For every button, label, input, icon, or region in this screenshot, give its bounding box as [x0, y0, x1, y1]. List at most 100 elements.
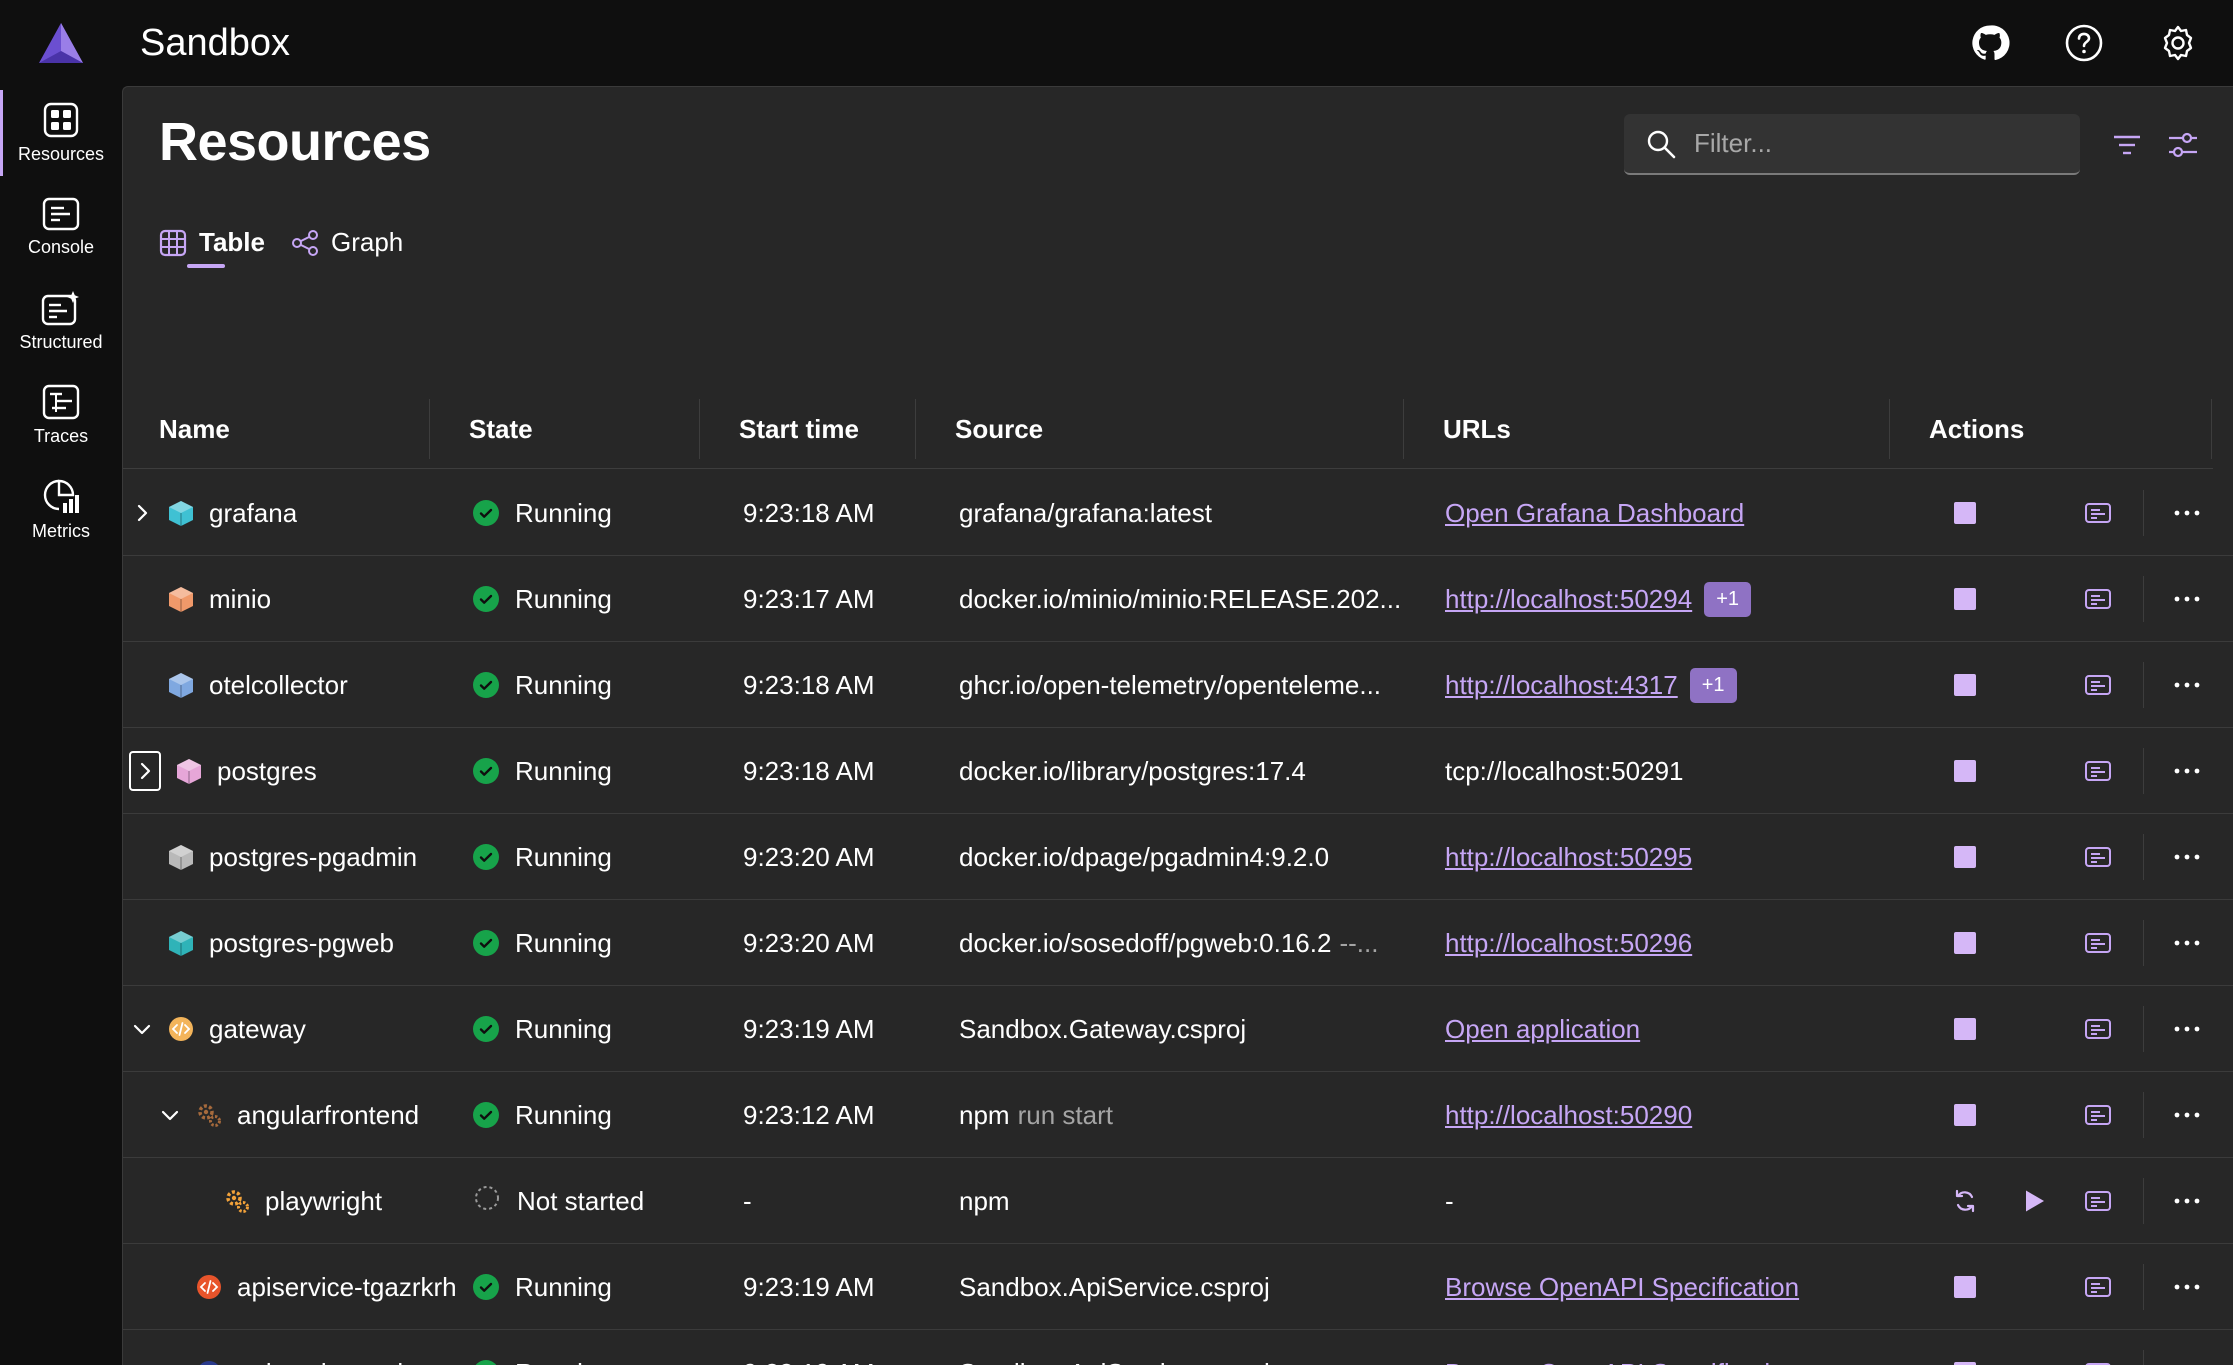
- url-link[interactable]: Open application: [1445, 1014, 1640, 1045]
- console-logs-icon[interactable]: [2078, 1330, 2118, 1365]
- url-link[interactable]: http://localhost:50296: [1445, 928, 1692, 959]
- expand-chevron-icon[interactable]: [129, 751, 161, 791]
- structured-logs-icon: [41, 290, 79, 325]
- source-cell: docker.io/sosedoff/pgweb:0.16.2 --...: [959, 900, 1378, 986]
- console-logs-icon[interactable]: [2078, 1158, 2118, 1244]
- source-cell: docker.io/dpage/pgadmin4:9.2.0: [959, 814, 1329, 900]
- url-cell: http://localhost:50295: [1445, 814, 1692, 900]
- console-logs-icon[interactable]: [2078, 470, 2118, 556]
- nav-item-console[interactable]: Console: [0, 180, 122, 274]
- table-row[interactable]: grafana Running 9:23:18 AM grafana/grafana:…: [123, 470, 2233, 556]
- resource-name: grafana: [209, 497, 298, 528]
- nav-rail: Resources Console Structured Traces Metr…: [0, 86, 122, 1365]
- stop-button[interactable]: [1945, 986, 1985, 1072]
- help-icon[interactable]: [2057, 16, 2111, 70]
- url-link[interactable]: http://localhost:50294: [1445, 584, 1692, 615]
- start-play-icon[interactable]: [2014, 1158, 2054, 1244]
- table-row[interactable]: apiservice-tgybetpt Running 9:23:19 AM Sand…: [123, 1330, 2233, 1365]
- column-header-start-time[interactable]: Start time: [739, 389, 859, 469]
- start-time: 9:23:17 AM: [743, 583, 875, 614]
- column-header-state[interactable]: State: [469, 389, 533, 469]
- console-logs-icon[interactable]: [2078, 1072, 2118, 1158]
- console-logs-icon[interactable]: [2078, 814, 2118, 900]
- tab-graph[interactable]: Graph: [291, 227, 403, 268]
- nav-label-metrics: Metrics: [32, 520, 90, 541]
- console-logs-icon[interactable]: [2078, 728, 2118, 814]
- table-row[interactable]: apiservice-tgazrkrh Running 9:23:19 AM Sand…: [123, 1244, 2233, 1330]
- table-row[interactable]: postgres Running 9:23:18 AM docker.io/libra…: [123, 728, 2233, 814]
- more-actions-icon[interactable]: [2167, 986, 2207, 1072]
- more-actions-icon[interactable]: [2167, 1330, 2207, 1365]
- url-link[interactable]: Open Grafana Dashboard: [1445, 498, 1744, 529]
- filter-box[interactable]: [1624, 114, 2080, 175]
- url-link[interactable]: http://localhost:50295: [1445, 842, 1692, 873]
- expand-chevron-icon[interactable]: [131, 502, 153, 524]
- url-cell: http://localhost:50294 +1: [1445, 556, 1751, 642]
- resource-name: postgres-pgadmin: [209, 841, 418, 872]
- nav-item-metrics[interactable]: Metrics: [0, 462, 122, 556]
- more-urls-badge[interactable]: +1: [1704, 581, 1751, 617]
- stop-button[interactable]: [1945, 470, 1985, 556]
- url-link[interactable]: http://localhost:4317: [1445, 670, 1678, 701]
- filter-input[interactable]: [1694, 128, 2054, 159]
- console-logs-icon[interactable]: [2078, 642, 2118, 728]
- url-link[interactable]: Browse OpenAPI Specification: [1445, 1272, 1799, 1303]
- url-link[interactable]: http://localhost:50290: [1445, 1100, 1692, 1131]
- nav-item-traces[interactable]: Traces: [0, 368, 122, 462]
- collapse-chevron-icon[interactable]: [131, 1018, 153, 1040]
- console-logs-icon[interactable]: [2078, 986, 2118, 1072]
- console-logs-icon[interactable]: [2078, 556, 2118, 642]
- stop-button[interactable]: [1945, 728, 1985, 814]
- console-logs-icon[interactable]: [2078, 1244, 2118, 1330]
- more-actions-icon[interactable]: [2167, 1158, 2207, 1244]
- table-row[interactable]: gateway Running 9:23:19 AM Sandbox.Gateway.…: [123, 986, 2233, 1072]
- more-actions-icon[interactable]: [2167, 1072, 2207, 1158]
- stop-button[interactable]: [1945, 900, 1985, 986]
- filter-lines-icon[interactable]: [2107, 125, 2147, 165]
- column-header-source[interactable]: Source: [955, 389, 1043, 469]
- table-row[interactable]: postgres-pgadmin Running 9:23:20 AM docker.…: [123, 814, 2233, 900]
- console-logs-icon[interactable]: [2078, 900, 2118, 986]
- nav-item-structured[interactable]: Structured: [0, 274, 122, 368]
- stop-button[interactable]: [1945, 814, 1985, 900]
- stop-button[interactable]: [1945, 1330, 1985, 1365]
- running-check-icon: [473, 844, 499, 870]
- column-header-urls[interactable]: URLs: [1443, 389, 1511, 469]
- collapse-chevron-icon[interactable]: [159, 1104, 181, 1126]
- source-cell: npm run start: [959, 1072, 1113, 1158]
- running-check-icon: [473, 1360, 499, 1365]
- source-cell: grafana/grafana:latest: [959, 470, 1212, 556]
- more-actions-icon[interactable]: [2167, 728, 2207, 814]
- settings-icon[interactable]: [2151, 16, 2205, 70]
- container-icon: [167, 929, 195, 957]
- main-panel: Resources Table Graph Name State Start t…: [122, 86, 2233, 1365]
- github-icon[interactable]: [1963, 16, 2017, 70]
- aspire-logo-icon[interactable]: [0, 0, 122, 86]
- stop-button[interactable]: [1945, 1244, 1985, 1330]
- column-header-name[interactable]: Name: [159, 389, 230, 469]
- more-actions-icon[interactable]: [2167, 900, 2207, 986]
- stop-button[interactable]: [1945, 1072, 1985, 1158]
- url-link[interactable]: Browse OpenAPI Specification: [1445, 1358, 1799, 1365]
- more-actions-icon[interactable]: [2167, 556, 2207, 642]
- table-row[interactable]: otelcollector Running 9:23:18 AM ghcr.io/op…: [123, 642, 2233, 728]
- stop-button[interactable]: [1945, 642, 1985, 728]
- stop-icon: [1954, 1018, 1976, 1040]
- table-row[interactable]: minio Running 9:23:17 AM docker.io/minio/mi…: [123, 556, 2233, 642]
- more-actions-icon[interactable]: [2167, 814, 2207, 900]
- options-sliders-icon[interactable]: [2163, 125, 2203, 165]
- nav-item-resources[interactable]: Resources: [0, 86, 122, 180]
- restart-icon[interactable]: [1945, 1158, 1985, 1244]
- table-row[interactable]: playwright Not started - npm -: [123, 1158, 2233, 1244]
- stop-button[interactable]: [1945, 556, 1985, 642]
- table-row[interactable]: postgres-pgweb Running 9:23:20 AM docker.io…: [123, 900, 2233, 986]
- resources-icon: [43, 102, 79, 137]
- table-row[interactable]: angularfrontend Running 9:23:12 AM npm run s…: [123, 1072, 2233, 1158]
- more-urls-badge[interactable]: +1: [1689, 667, 1737, 703]
- more-actions-icon[interactable]: [2167, 642, 2207, 728]
- more-actions-icon[interactable]: [2167, 1244, 2207, 1330]
- source-cell: Sandbox.ApiService.csproj: [959, 1330, 1270, 1365]
- tab-table[interactable]: Table: [159, 227, 265, 268]
- more-actions-icon[interactable]: [2167, 470, 2207, 556]
- start-time: 9:23:20 AM: [743, 841, 875, 872]
